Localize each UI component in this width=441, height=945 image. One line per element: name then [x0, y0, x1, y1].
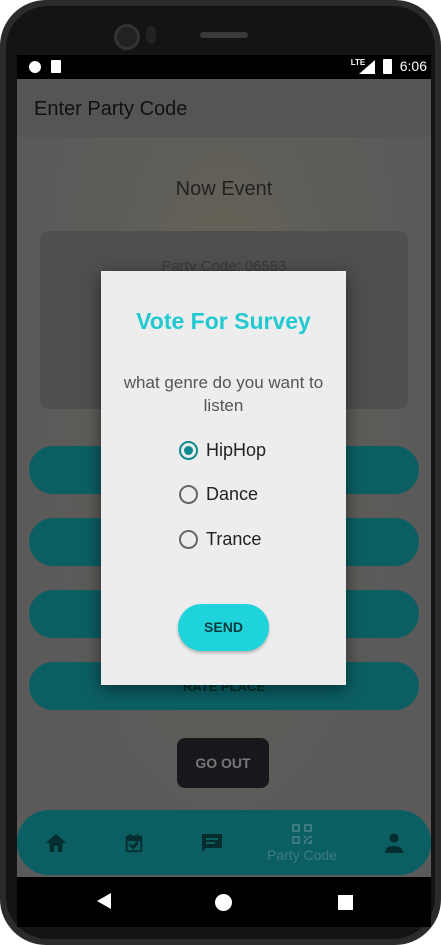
dialog-title: Vote For Survey: [136, 308, 311, 334]
home-icon: [46, 833, 66, 852]
recent-apps-icon[interactable]: [338, 895, 353, 910]
nav-calendar[interactable]: [117, 810, 151, 875]
record-icon: [29, 60, 41, 73]
nav-profile[interactable]: [377, 810, 411, 875]
send-button[interactable]: SEND: [178, 604, 269, 651]
option-trance[interactable]: Trance: [179, 527, 261, 551]
option-dance[interactable]: Dance: [179, 482, 258, 506]
proximity-sensor: [146, 26, 156, 44]
nav-party-code-label: Party Code: [266, 846, 338, 863]
lte-signal-icon: LTE: [351, 58, 375, 74]
system-navigation-bar: [17, 877, 431, 927]
phone-frame: LTE 6:06 Enter Party Code Now Event Part…: [0, 0, 441, 945]
nav-party-code[interactable]: Party Code: [259, 810, 345, 875]
app-screen: LTE 6:06 Enter Party Code Now Event Part…: [17, 55, 431, 877]
chat-icon: [202, 833, 222, 852]
option-hiphop[interactable]: HipHop: [179, 438, 266, 462]
option-label: Trance: [206, 528, 262, 549]
radio-selected-icon[interactable]: [179, 440, 198, 460]
qr-code-icon: [292, 823, 312, 844]
nav-home[interactable]: [39, 810, 73, 875]
status-bar: LTE 6:06: [17, 55, 431, 79]
survey-dialog: Vote For Survey what genre do you want t…: [101, 271, 346, 685]
option-label: Dance: [206, 483, 259, 504]
event-title: Now Event: [175, 178, 273, 200]
front-camera: [114, 24, 140, 50]
page-title: Enter Party Code: [34, 98, 188, 120]
sd-card-icon: [51, 60, 61, 73]
earpiece-speaker: [200, 32, 248, 38]
option-label: HipHop: [206, 439, 267, 460]
battery-icon: [382, 58, 392, 74]
home-circle-icon[interactable]: [215, 894, 232, 911]
go-out-button[interactable]: GO OUT: [177, 738, 269, 788]
radio-unselected-icon[interactable]: [179, 484, 198, 504]
dialog-question: what genre do you want to listen: [123, 373, 324, 415]
app-bar: Enter Party Code: [17, 79, 431, 137]
bottom-navigation: Party Code: [17, 810, 431, 875]
status-time: 6:06: [399, 58, 427, 74]
back-icon[interactable]: [97, 893, 111, 909]
person-icon: [385, 833, 403, 853]
calendar-icon: [125, 833, 143, 852]
radio-unselected-icon[interactable]: [179, 529, 198, 549]
nav-chat[interactable]: [195, 810, 229, 875]
